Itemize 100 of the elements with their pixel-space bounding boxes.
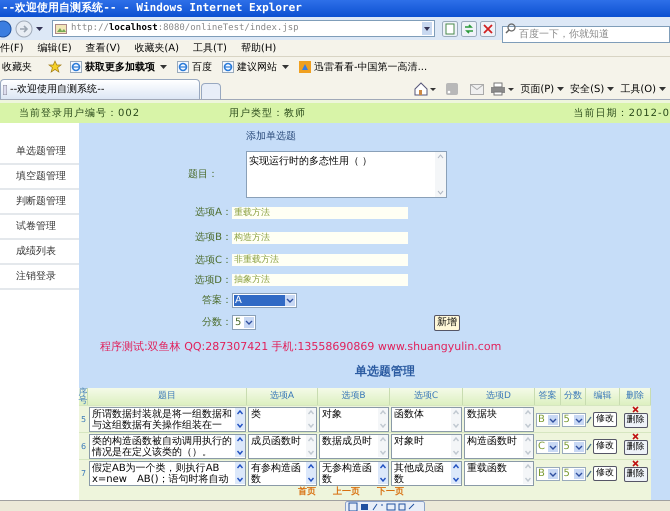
text-area[interactable]: 对象 bbox=[319, 407, 389, 432]
favorite-link[interactable]: 获取更多加载项 bbox=[70, 60, 167, 74]
caret-icon bbox=[607, 87, 614, 91]
stop-button[interactable] bbox=[480, 20, 496, 36]
dropdown-icon bbox=[244, 317, 254, 328]
text-area[interactable]: 重载函数 bbox=[464, 461, 534, 486]
caret-icon[interactable] bbox=[36, 26, 43, 30]
column-header[interactable]: 序号 bbox=[78, 388, 88, 404]
url-text: http://localhost:8080/onlineTest/index.jsp bbox=[71, 22, 300, 35]
refresh-button[interactable] bbox=[461, 20, 477, 36]
text-area[interactable]: 数据成员时 bbox=[319, 434, 389, 459]
dropdown-icon[interactable] bbox=[422, 22, 432, 35]
column-header[interactable]: 编辑 bbox=[594, 390, 612, 404]
text-area[interactable]: 所谓数据封装就是将一组数据和与这组数据有关操作组装在一 bbox=[89, 407, 246, 432]
column-header[interactable]: 分数 bbox=[564, 390, 582, 404]
page-icon bbox=[3, 84, 7, 94]
dropdown-icon bbox=[285, 295, 295, 306]
media-icon bbox=[299, 61, 311, 73]
text-area[interactable]: 类 bbox=[248, 407, 317, 432]
command-button[interactable]: 工具(O) bbox=[620, 82, 666, 96]
menu-item[interactable]: 收藏夹(A) bbox=[134, 40, 179, 56]
back-button[interactable] bbox=[0, 20, 12, 38]
pencil-icon bbox=[586, 442, 592, 450]
column-header[interactable]: 选项B bbox=[341, 390, 366, 404]
field-label: 答案： bbox=[201, 294, 232, 308]
user-type-text: 用户类型：教师 bbox=[228, 106, 307, 120]
column-header[interactable]: 答案 bbox=[538, 390, 556, 404]
field-label: 分数： bbox=[201, 316, 232, 330]
menu-item[interactable]: 编辑(E) bbox=[38, 40, 72, 56]
close-icon[interactable] bbox=[632, 406, 639, 413]
table-title: 单选题管理 bbox=[355, 364, 415, 378]
pencil-icon bbox=[586, 416, 592, 424]
dropdown-icon bbox=[574, 442, 584, 452]
text-area[interactable]: 数据块 bbox=[464, 407, 534, 432]
caret-icon bbox=[659, 87, 666, 91]
form-heading: 添加单选题 bbox=[246, 130, 296, 144]
field-label: 选项C： bbox=[194, 254, 232, 268]
dropdown[interactable]: A bbox=[232, 293, 297, 308]
window-title: --欢迎使用自测系统-- - Windows Internet Explorer bbox=[2, 0, 302, 16]
caret-icon bbox=[557, 87, 564, 91]
column-header[interactable]: 删除 bbox=[626, 390, 644, 404]
text-area[interactable]: 假定AB为一个类，则执行AB x=new AB()；语句时将自动 bbox=[89, 461, 246, 486]
text-area[interactable]: 有参构造函数 bbox=[248, 461, 317, 486]
text-area[interactable]: 对象时 bbox=[391, 434, 462, 459]
text-area[interactable]: 无参构造函数 bbox=[319, 461, 389, 486]
favorite-link[interactable]: 建议网站 bbox=[222, 60, 289, 74]
command-button[interactable]: 安全(S) bbox=[570, 82, 614, 96]
text-area[interactable]: 构造函数时 bbox=[464, 434, 534, 459]
column-header[interactable]: 选项A bbox=[270, 390, 294, 404]
page-icon bbox=[55, 22, 67, 34]
field-label: 选项A： bbox=[194, 206, 232, 220]
text-area[interactable]: 类的构造函数被自动调用执行的情况是在定义该类的（）。 bbox=[89, 434, 246, 459]
menu-item[interactable]: 查看(V) bbox=[86, 40, 120, 56]
favorites-button[interactable]: 收藏夹 bbox=[2, 60, 32, 74]
page-icon bbox=[222, 61, 234, 73]
menu-item[interactable]: 工具(T) bbox=[193, 40, 227, 56]
dropdown-icon bbox=[548, 414, 558, 424]
add-button[interactable]: 新增 bbox=[434, 314, 460, 330]
text-area[interactable]: 函数体 bbox=[391, 407, 462, 432]
row-number: 7 bbox=[80, 468, 86, 480]
address-field[interactable]: http://localhost:8080/onlineTest/index.jsp bbox=[52, 20, 435, 37]
caret-icon bbox=[282, 65, 289, 69]
search-icon bbox=[505, 23, 516, 34]
text-area[interactable]: 其他成员函数 bbox=[391, 461, 462, 486]
browser-tab[interactable]: --欢迎使用自测系统-- bbox=[0, 79, 200, 99]
delete-button[interactable]: 删除 bbox=[624, 440, 648, 455]
scrollbar-icon bbox=[435, 152, 446, 196]
menu-item[interactable]: 帮助(H) bbox=[240, 40, 276, 56]
search-field[interactable]: 百度一下，你就知道 bbox=[502, 26, 670, 43]
column-header[interactable]: 题目 bbox=[158, 390, 176, 404]
dropdown-icon bbox=[548, 468, 558, 478]
favorite-link[interactable]: 迅雷看看-中国第一高清... bbox=[299, 60, 428, 74]
question-field[interactable]: 实现运行时的多态性用（ ） bbox=[246, 150, 447, 198]
dropdown-icon bbox=[548, 442, 558, 452]
command-button[interactable]: 页面(P) bbox=[520, 82, 564, 96]
dropdown-icon bbox=[574, 468, 584, 478]
dropdown-icon bbox=[574, 414, 584, 424]
text-area[interactable]: 成员函数时 bbox=[248, 434, 317, 459]
edit-button[interactable]: 修改 bbox=[593, 439, 617, 454]
column-header[interactable]: 选项D bbox=[486, 390, 511, 404]
credit-text: 程序测试:双鱼林 QQ:287307421 手机:13558690869 www.shuangyulin.com bbox=[100, 338, 502, 354]
delete-button[interactable]: 删除 bbox=[624, 413, 648, 428]
printer-icon[interactable] bbox=[490, 82, 514, 96]
close-icon[interactable] bbox=[632, 460, 639, 467]
edit-button[interactable]: 修改 bbox=[593, 412, 617, 427]
favorite-link[interactable]: 百度 bbox=[177, 60, 212, 74]
column-header[interactable]: 选项C bbox=[414, 390, 438, 404]
home-icon[interactable] bbox=[414, 82, 436, 96]
field-label: 题目： bbox=[187, 168, 219, 182]
delete-button[interactable]: 删除 bbox=[624, 467, 648, 482]
ime-toolbar-drawing[interactable] bbox=[345, 501, 425, 511]
close-icon[interactable] bbox=[632, 433, 639, 440]
caret-icon bbox=[160, 65, 167, 69]
star-icon[interactable] bbox=[48, 60, 62, 74]
menu-item[interactable]: 件(F) bbox=[0, 40, 24, 56]
dropdown[interactable]: 5 bbox=[232, 315, 256, 330]
edit-button[interactable]: 修改 bbox=[593, 466, 617, 481]
field-label: 选项D： bbox=[193, 274, 232, 288]
field-label: 选项B： bbox=[194, 230, 232, 245]
compatibility-button[interactable] bbox=[442, 20, 458, 36]
